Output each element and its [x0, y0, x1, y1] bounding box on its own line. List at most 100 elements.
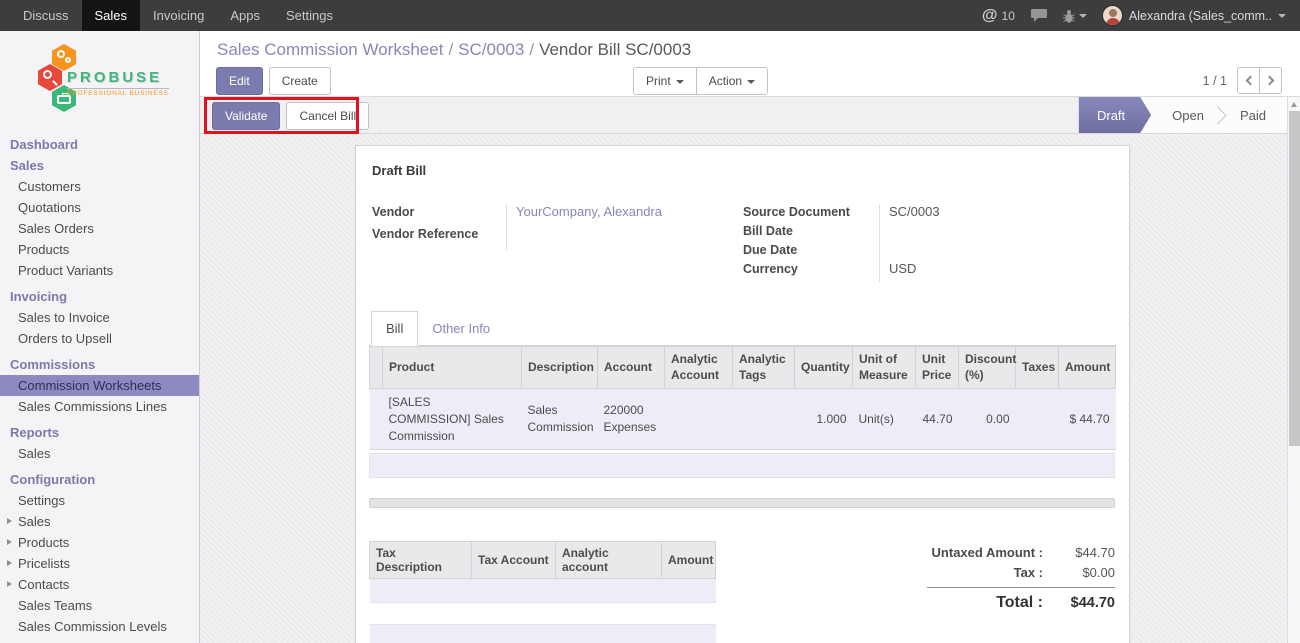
pager-next-button[interactable] — [1259, 67, 1282, 94]
sidebar-item-sales-orders[interactable]: Sales Orders — [0, 218, 199, 239]
vendor-label: Vendor — [372, 204, 506, 219]
breadcrumb-worksheets[interactable]: Sales Commission Worksheet — [217, 40, 443, 59]
sidebar-section-configuration: Configuration — [0, 469, 199, 490]
print-dropdown-button[interactable]: Print — [633, 67, 697, 95]
sidebar-item-sales-commission-levels[interactable]: Sales Commission Levels — [0, 616, 199, 637]
action-dropdown-button[interactable]: Action — [696, 67, 768, 95]
state-draft[interactable]: Draft — [1079, 97, 1151, 133]
document-state-title: Draft Bill — [372, 163, 426, 178]
col-taxes: Taxes — [1016, 347, 1059, 389]
tab-other-info[interactable]: Other Info — [418, 312, 504, 345]
tab-bill[interactable]: Bill — [371, 311, 418, 346]
create-button[interactable]: Create — [269, 67, 331, 95]
tax-header-row: Tax Description Tax Account Analytic acc… — [370, 542, 716, 579]
col-tax-amount: Amount — [662, 542, 716, 579]
row-handle — [370, 389, 383, 450]
sidebar-item-customers[interactable]: Customers — [0, 176, 199, 197]
field-group-left: Vendor YourCompany, Alexandra Vendor Ref… — [372, 204, 728, 248]
cell-analytic-account — [665, 389, 733, 450]
col-tax-analytic-account: Analytic account — [556, 542, 662, 579]
col-product: Product — [383, 347, 522, 389]
sidebar-item-sales-commissions-lines[interactable]: Sales Commissions Lines — [0, 396, 199, 417]
vertical-scrollbar[interactable] — [1287, 97, 1300, 643]
statusbar: Validate Cancel Bill Draft Open Paid — [200, 97, 1300, 134]
invoice-line-row[interactable]: [SALES COMMISSION] Sales Commission Sale… — [370, 389, 1116, 450]
breadcrumb-record[interactable]: SC/0003 — [458, 40, 524, 59]
lines-header-row: Product Description Account Analytic Acc… — [370, 347, 1116, 389]
cell-discount: 0.00 — [959, 389, 1016, 450]
sidebar-menu: Dashboard Sales Customers Quotations Sal… — [0, 134, 199, 637]
cell-amount: $ 44.70 — [1059, 389, 1116, 450]
sidebar-item-commission-worksheets[interactable]: Commission Worksheets — [0, 375, 199, 396]
mentions-counter[interactable]: @ 10 — [982, 8, 1015, 24]
sidebar-item-product-variants[interactable]: Product Variants — [0, 260, 199, 281]
logo-text: PROBUSE PROFESSIONAL BUSINESS — [67, 69, 169, 97]
currency-label: Currency — [743, 261, 879, 276]
currency-value: USD — [879, 261, 916, 276]
sidebar: PROBUSE PROFESSIONAL BUSINESS Dashboard … — [0, 31, 200, 643]
vendor-value-link[interactable]: YourCompany, Alexandra — [506, 204, 662, 219]
pager-counter: 1 / 1 — [1203, 74, 1227, 88]
debug-menu-button[interactable] — [1063, 9, 1087, 23]
sidebar-item-quotations[interactable]: Quotations — [0, 197, 199, 218]
sidebar-section-reports: Reports — [0, 422, 199, 443]
nav-invoicing[interactable]: Invoicing — [140, 0, 217, 31]
mention-icon: @ — [982, 8, 998, 24]
tax-label: Tax : — [927, 565, 1057, 580]
chat-bubble-icon — [1030, 8, 1048, 23]
tax-value: $0.00 — [1057, 565, 1115, 580]
probuse-logo: PROBUSE PROFESSIONAL BUSINESS — [38, 42, 188, 124]
sidebar-item-orders-to-upsell[interactable]: Orders to Upsell — [0, 328, 199, 349]
col-tax-description: Tax Description — [370, 542, 472, 579]
edit-button[interactable]: Edit — [216, 67, 263, 95]
sidebar-item-settings[interactable]: Settings — [0, 490, 199, 511]
col-analytic-tags: Analytic Tags — [733, 347, 795, 389]
totals-divider — [927, 587, 1115, 588]
nav-discuss[interactable]: Discuss — [10, 0, 82, 31]
cell-description: Sales Commission — [522, 389, 598, 450]
sidebar-item-config-sales[interactable]: Sales — [0, 511, 199, 532]
chevron-right-icon — [1264, 76, 1274, 86]
col-tax-account: Tax Account — [472, 542, 556, 579]
pager-previous-button[interactable] — [1237, 67, 1260, 94]
sidebar-item-dashboard[interactable]: Dashboard — [0, 134, 199, 155]
messages-button[interactable] — [1030, 8, 1048, 23]
scrollbar-thumb[interactable] — [1289, 111, 1300, 446]
source-document-label: Source Document — [743, 204, 879, 219]
chevron-down-icon — [747, 80, 755, 84]
user-name: Alexandra (Sales_comm.. — [1129, 9, 1272, 23]
sidebar-item-reports-sales[interactable]: Sales — [0, 443, 199, 464]
sidebar-item-config-pricelists[interactable]: Pricelists — [0, 553, 199, 574]
sidebar-item-products[interactable]: Products — [0, 239, 199, 260]
breadcrumb-separator: / — [443, 40, 458, 59]
horizontal-scrollbar[interactable] — [369, 498, 1115, 508]
total-value: $44.70 — [1057, 595, 1115, 611]
sidebar-item-config-contacts[interactable]: Contacts — [0, 574, 199, 595]
source-document-value: SC/0003 — [879, 204, 940, 219]
sidebar-item-config-products[interactable]: Products — [0, 532, 199, 553]
cancel-bill-button[interactable]: Cancel Bill — [286, 102, 369, 130]
sidebar-section-sales[interactable]: Sales — [0, 155, 199, 176]
chevron-down-icon — [1278, 14, 1286, 18]
breadcrumb: Sales Commission Worksheet/SC/0003/Vendo… — [217, 40, 691, 60]
total-label: Total : — [927, 594, 1057, 612]
breadcrumb-current: Vendor Bill SC/0003 — [539, 40, 691, 59]
cell-account: 220000 Expenses — [598, 389, 665, 450]
col-quantity: Quantity — [795, 347, 853, 389]
form-sheet: Draft Bill Vendor YourCompany, Alexandra… — [355, 145, 1130, 643]
col-discount: Discount (%) — [959, 347, 1016, 389]
nav-sales[interactable]: Sales — [82, 0, 141, 31]
invoice-lines-table: Product Description Account Analytic Acc… — [369, 346, 1116, 450]
validate-button[interactable]: Validate — [212, 102, 280, 130]
nav-settings[interactable]: Settings — [273, 0, 346, 31]
state-paid[interactable]: Paid — [1219, 97, 1287, 133]
logo-subtitle: PROFESSIONAL BUSINESS — [67, 88, 169, 97]
totals-panel: Untaxed Amount : $44.70 Tax : $0.00 Tota… — [927, 545, 1115, 617]
sidebar-item-sales-to-invoice[interactable]: Sales to Invoice — [0, 307, 199, 328]
user-menu[interactable]: Alexandra (Sales_comm.. — [1102, 5, 1286, 26]
scroll-up-icon[interactable] — [1291, 102, 1297, 107]
logo-gear-hexagon-icon — [52, 44, 76, 71]
field-separator — [879, 205, 880, 282]
nav-apps[interactable]: Apps — [217, 0, 273, 31]
sidebar-item-sales-teams[interactable]: Sales Teams — [0, 595, 199, 616]
